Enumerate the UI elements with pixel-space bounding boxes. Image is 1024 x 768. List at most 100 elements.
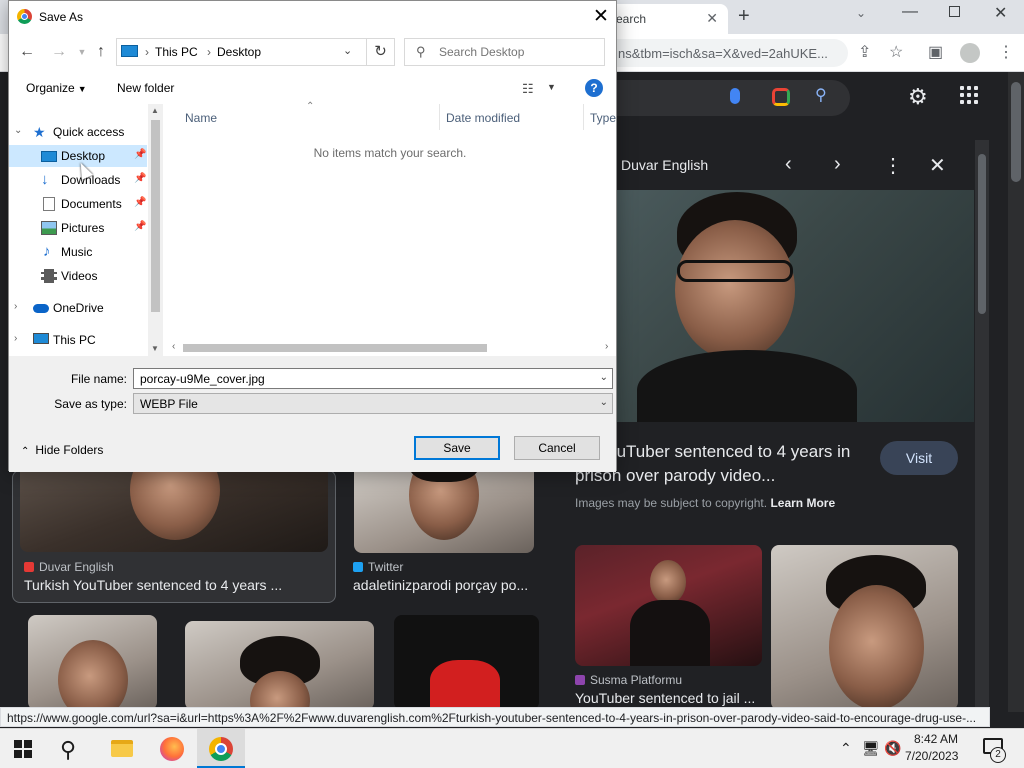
- nav-item-documents[interactable]: Documents 📌: [9, 193, 147, 215]
- voice-search-icon[interactable]: [730, 88, 740, 104]
- address-dropdown-chevron-icon[interactable]: ⌄: [343, 44, 352, 57]
- scroll-up-icon[interactable]: ▲: [151, 106, 159, 115]
- nav-item-this-pc[interactable]: › This PC: [9, 329, 147, 351]
- more-options-icon[interactable]: ⋮: [883, 153, 903, 178]
- nav-item-pictures[interactable]: Pictures 📌: [9, 217, 147, 239]
- window-close-icon[interactable]: ✕: [994, 3, 1007, 23]
- column-divider[interactable]: [439, 104, 440, 130]
- new-folder-button[interactable]: New folder: [117, 81, 174, 95]
- page-scrollbar[interactable]: [1008, 72, 1024, 712]
- close-icon[interactable]: ✕: [587, 4, 615, 30]
- file-list[interactable]: ⌃ Name Date modified Type No items match…: [164, 101, 616, 356]
- result-title[interactable]: adaletinizparodi porçay po...: [353, 577, 528, 593]
- clock-date[interactable]: 7/20/2023: [905, 749, 958, 763]
- view-dropdown-caret-icon[interactable]: ▼: [547, 82, 556, 92]
- breadcrumb-this-pc[interactable]: This PC: [155, 45, 198, 59]
- chrome-taskbar-button[interactable]: [197, 729, 245, 768]
- result-title[interactable]: YouTuber sentenced to jail ...: [575, 690, 755, 706]
- save-button[interactable]: Save: [414, 436, 500, 460]
- recent-locations-chevron-icon[interactable]: ▼: [72, 41, 92, 63]
- tab-search-chevron-icon[interactable]: ⌄: [856, 6, 866, 20]
- forward-arrow-icon[interactable]: →: [49, 41, 69, 63]
- result-thumbnail[interactable]: [20, 470, 328, 552]
- browser-menu-icon[interactable]: ⋮: [998, 42, 1014, 62]
- file-name-value[interactable]: porcay-u9Me_cover.jpg: [140, 372, 265, 386]
- help-icon[interactable]: ?: [585, 79, 603, 97]
- tray-overflow-chevron-icon[interactable]: ⌃: [840, 740, 852, 757]
- network-icon[interactable]: 🖥: [862, 740, 880, 757]
- chevron-down-icon[interactable]: ⌄: [600, 372, 608, 383]
- side-panel-icon[interactable]: ▣: [928, 42, 943, 62]
- previous-chevron-icon[interactable]: ‹: [785, 153, 792, 176]
- nav-item-music[interactable]: ♪ Music: [9, 241, 147, 263]
- gear-icon[interactable]: ⚙: [908, 84, 928, 110]
- close-panel-icon[interactable]: ✕: [929, 153, 946, 178]
- breadcrumb-separator-icon[interactable]: ›: [207, 45, 211, 59]
- results-scrollbar[interactable]: [975, 140, 989, 710]
- search-box[interactable]: ⚲: [404, 38, 605, 66]
- share-icon[interactable]: ⇪: [858, 42, 871, 62]
- organize-menu[interactable]: Organize ▼: [26, 81, 87, 95]
- result-thumbnail[interactable]: [771, 545, 958, 710]
- refresh-icon[interactable]: ↻: [366, 38, 395, 66]
- address-breadcrumb[interactable]: › This PC › Desktop ⌄: [116, 38, 367, 66]
- taskbar-search-icon[interactable]: ⚲: [60, 737, 76, 763]
- result-thumbnail[interactable]: [354, 470, 534, 553]
- breadcrumb-separator-icon[interactable]: ›: [145, 45, 149, 59]
- result-title[interactable]: Turkish YouTuber sentenced to 4 years ..…: [24, 577, 282, 593]
- minimize-icon[interactable]: —: [902, 3, 918, 21]
- scrollbar-thumb[interactable]: [183, 344, 487, 352]
- collapsed-chevron-icon[interactable]: ›: [14, 301, 17, 312]
- visit-button[interactable]: Visit: [880, 441, 958, 475]
- google-search-box[interactable]: [600, 80, 850, 116]
- navigation-scrollbar[interactable]: ▲ ▼: [148, 104, 163, 356]
- panel-title[interactable]: sh YouTuber sentenced to 4 years in pris…: [575, 440, 865, 488]
- new-tab-icon[interactable]: +: [738, 5, 750, 28]
- column-header-name[interactable]: Name: [185, 111, 217, 125]
- address-bar[interactable]: ns&tbm=isch&sa=X&ved=2ahUKE...: [600, 39, 848, 67]
- nav-item-videos[interactable]: Videos: [9, 265, 147, 287]
- nav-item-quick-access[interactable]: ⌄ ★ Quick access: [9, 121, 147, 143]
- column-divider[interactable]: [583, 104, 584, 130]
- breadcrumb-desktop[interactable]: Desktop: [217, 45, 261, 59]
- column-header-type[interactable]: Type: [590, 111, 616, 125]
- back-arrow-icon[interactable]: ←: [17, 41, 37, 63]
- result-thumbnail[interactable]: [185, 621, 374, 710]
- result-thumbnail[interactable]: [28, 615, 157, 710]
- horizontal-scrollbar[interactable]: ‹ ›: [170, 340, 616, 356]
- scrollbar-thumb[interactable]: [151, 120, 160, 312]
- collapsed-chevron-icon[interactable]: ›: [14, 333, 17, 344]
- save-type-select[interactable]: WEBP File ⌄: [133, 393, 613, 414]
- windows-start-icon[interactable]: [14, 740, 32, 758]
- next-chevron-icon[interactable]: ›: [834, 153, 841, 176]
- profile-avatar[interactable]: [960, 43, 980, 63]
- scroll-left-icon[interactable]: ‹: [172, 341, 175, 352]
- maximize-icon[interactable]: [949, 6, 960, 17]
- search-input[interactable]: [439, 44, 599, 60]
- close-tab-icon[interactable]: ✕: [706, 10, 718, 27]
- up-arrow-icon[interactable]: ↑: [91, 41, 111, 63]
- nav-item-onedrive[interactable]: › OneDrive: [9, 297, 147, 319]
- result-thumbnail[interactable]: [394, 615, 539, 710]
- scrollbar-thumb[interactable]: [1011, 82, 1021, 182]
- cancel-button[interactable]: Cancel: [514, 436, 600, 460]
- apps-grid-icon[interactable]: [960, 86, 978, 104]
- hide-folders-toggle[interactable]: ⌃ Hide Folders: [21, 443, 103, 457]
- preview-image[interactable]: [617, 190, 974, 422]
- firefox-icon[interactable]: [160, 737, 184, 761]
- file-name-field[interactable]: porcay-u9Me_cover.jpg ⌄: [133, 368, 613, 389]
- learn-more-link[interactable]: Learn More: [770, 496, 835, 510]
- chevron-down-icon[interactable]: ⌄: [600, 397, 608, 408]
- dialog-title-bar[interactable]: Save As ✕: [9, 1, 616, 33]
- volume-muted-icon[interactable]: 🔇: [884, 740, 901, 757]
- clock-time[interactable]: 8:42 AM: [914, 732, 958, 746]
- bookmark-star-icon[interactable]: ☆: [889, 42, 903, 62]
- lens-search-icon[interactable]: [772, 88, 790, 106]
- expanded-chevron-icon[interactable]: ⌄: [14, 125, 22, 136]
- panel-source[interactable]: Duvar English: [621, 157, 708, 173]
- scrollbar-thumb[interactable]: [978, 154, 986, 314]
- search-icon[interactable]: ⚲: [815, 85, 827, 105]
- view-options-icon[interactable]: ☷: [522, 81, 534, 97]
- scroll-right-icon[interactable]: ›: [605, 341, 608, 352]
- column-header-date-modified[interactable]: Date modified: [446, 111, 520, 125]
